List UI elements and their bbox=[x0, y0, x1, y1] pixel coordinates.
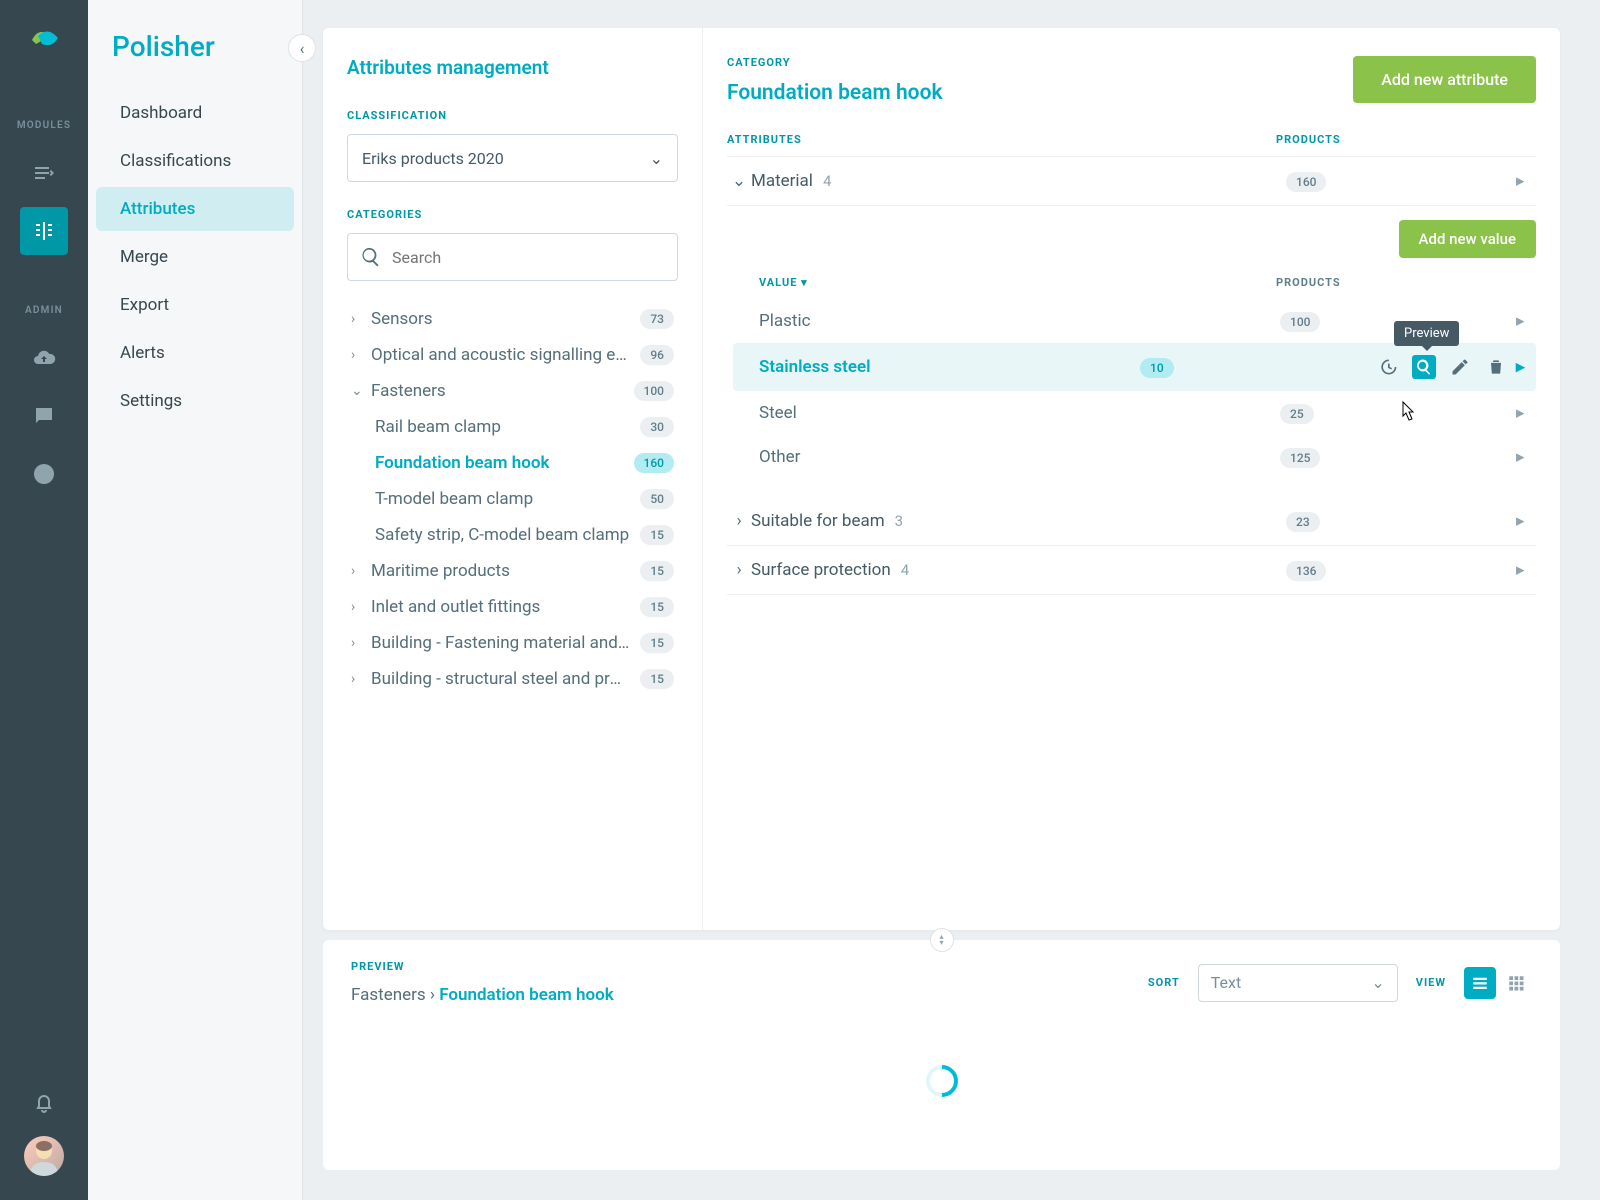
chevron-right-icon: ▸ bbox=[1516, 511, 1536, 531]
content-card: Attributes management CLASSIFICATION Eri… bbox=[323, 28, 1560, 930]
nav-alerts[interactable]: Alerts bbox=[96, 331, 294, 375]
chevron-right-icon: › bbox=[727, 511, 751, 531]
col-attributes: ATTRIBUTES bbox=[727, 133, 1276, 146]
rail-swap-icon[interactable] bbox=[20, 450, 68, 498]
admin-label: ADMIN bbox=[25, 305, 63, 316]
resize-handle[interactable]: ▴▾ bbox=[930, 928, 954, 952]
notifications-icon[interactable] bbox=[20, 1078, 68, 1126]
tree-fasteners[interactable]: ⌄Fasteners100 bbox=[347, 373, 678, 409]
chevron-right-icon: ▸ bbox=[1516, 403, 1536, 423]
view-grid-button[interactable] bbox=[1500, 967, 1532, 999]
main: Attributes management CLASSIFICATION Eri… bbox=[303, 0, 1600, 1200]
nav-attributes[interactable]: Attributes bbox=[96, 187, 294, 231]
app-logo bbox=[24, 20, 64, 60]
search-icon bbox=[360, 246, 382, 268]
tree-foundation-beam[interactable]: Foundation beam hook160 bbox=[347, 445, 678, 481]
add-attribute-button[interactable]: Add new attribute bbox=[1353, 56, 1536, 103]
tree-maritime[interactable]: ›Maritime products15 bbox=[347, 553, 678, 589]
nav-merge[interactable]: Merge bbox=[96, 235, 294, 279]
classification-select[interactable]: Eriks products 2020 ⌄ bbox=[347, 134, 678, 182]
chevron-right-icon: ▸ bbox=[1516, 560, 1536, 580]
sort-select[interactable]: Text ⌄ bbox=[1198, 964, 1398, 1002]
left-panel: Attributes management CLASSIFICATION Eri… bbox=[323, 28, 703, 930]
user-avatar[interactable] bbox=[24, 1136, 64, 1176]
nav-settings[interactable]: Settings bbox=[96, 379, 294, 423]
chevron-down-icon: ⌄ bbox=[650, 149, 663, 168]
value-other[interactable]: Other 125 ▸ bbox=[733, 435, 1536, 479]
nav-sidebar: Polisher Dashboard Classifications Attri… bbox=[88, 0, 303, 1200]
collapse-sidebar-button[interactable]: ‹ bbox=[288, 34, 316, 62]
tree-building-structural[interactable]: ›Building - structural steel and profil…… bbox=[347, 661, 678, 697]
breadcrumb: Fasteners › Foundation beam hook bbox=[351, 985, 614, 1005]
nav-dashboard[interactable]: Dashboard bbox=[96, 91, 294, 135]
tree-building-fastening[interactable]: ›Building - Fastening material and to…15 bbox=[347, 625, 678, 661]
attr-suitable-beam[interactable]: › Suitable for beam3 23 ▸ bbox=[727, 497, 1536, 546]
rail-upload-icon[interactable] bbox=[20, 334, 68, 382]
search-input[interactable] bbox=[392, 248, 665, 267]
modules-label: MODULES bbox=[17, 120, 71, 131]
history-icon[interactable] bbox=[1376, 355, 1400, 379]
rail-attributes-icon[interactable] bbox=[20, 207, 68, 255]
view-label: VIEW bbox=[1416, 976, 1446, 989]
rail-checklist-icon[interactable] bbox=[20, 149, 68, 197]
chevron-right-icon: › bbox=[727, 560, 751, 580]
nav-classifications[interactable]: Classifications bbox=[96, 139, 294, 183]
chevron-down-icon: ⌄ bbox=[727, 171, 751, 191]
chevron-right-icon: ▸ bbox=[1516, 311, 1536, 331]
category-label: CATEGORY bbox=[727, 56, 943, 69]
view-list-button[interactable] bbox=[1464, 967, 1496, 999]
attr-material[interactable]: ⌄ Material4 160 ▸ bbox=[727, 157, 1536, 206]
sort-arrow-icon: ▾ bbox=[801, 276, 808, 289]
attr-surface-protection[interactable]: › Surface protection4 136 ▸ bbox=[727, 546, 1536, 595]
chevron-right-icon: ▸ bbox=[1516, 447, 1536, 467]
tree-sensors[interactable]: ›Sensors73 bbox=[347, 301, 678, 337]
right-panel: CATEGORY Foundation beam hook Add new at… bbox=[703, 28, 1560, 930]
material-values: Add new value Value ▾ Products Plastic 1… bbox=[727, 206, 1536, 479]
add-value-button[interactable]: Add new value bbox=[1399, 220, 1536, 258]
sort-label: SORT bbox=[1148, 976, 1180, 989]
tree-safety-strip[interactable]: Safety strip, C-model beam clamp15 bbox=[347, 517, 678, 553]
classification-label: CLASSIFICATION bbox=[347, 109, 678, 122]
tree-inlet[interactable]: ›Inlet and outlet fittings15 bbox=[347, 589, 678, 625]
loading-spinner bbox=[919, 1058, 964, 1103]
edit-icon[interactable] bbox=[1448, 355, 1472, 379]
value-stainless-steel[interactable]: Stainless steel 10 Preview ▸ bbox=[733, 343, 1536, 391]
classification-value: Eriks products 2020 bbox=[362, 149, 504, 168]
value-steel[interactable]: Steel 25 ▸ bbox=[733, 391, 1536, 435]
chevron-right-icon: ▸ bbox=[1516, 357, 1536, 377]
category-search[interactable] bbox=[347, 233, 678, 281]
app-title: Polisher bbox=[88, 30, 302, 91]
preview-label: PREVIEW bbox=[351, 960, 614, 973]
rail-chat-icon[interactable] bbox=[20, 392, 68, 440]
nav-export[interactable]: Export bbox=[96, 283, 294, 327]
chevron-right-icon: ▸ bbox=[1516, 171, 1536, 191]
chevron-down-icon: ⌄ bbox=[1371, 973, 1384, 992]
preview-panel: ▴▾ PREVIEW Fasteners › Foundation beam h… bbox=[323, 940, 1560, 1170]
icon-rail: MODULES ADMIN bbox=[0, 0, 88, 1200]
categories-label: CATEGORIES bbox=[347, 208, 678, 221]
delete-icon[interactable] bbox=[1484, 355, 1508, 379]
preview-tooltip: Preview bbox=[1394, 321, 1459, 346]
page-title: Attributes management bbox=[347, 56, 678, 79]
preview-icon[interactable] bbox=[1412, 355, 1436, 379]
category-title: Foundation beam hook bbox=[727, 81, 943, 105]
tree-t-model[interactable]: T-model beam clamp50 bbox=[347, 481, 678, 517]
col-products: PRODUCTS bbox=[1276, 133, 1536, 146]
tree-optical[interactable]: ›Optical and acoustic signalling equi…96 bbox=[347, 337, 678, 373]
tree-rail-beam[interactable]: Rail beam clamp30 bbox=[347, 409, 678, 445]
